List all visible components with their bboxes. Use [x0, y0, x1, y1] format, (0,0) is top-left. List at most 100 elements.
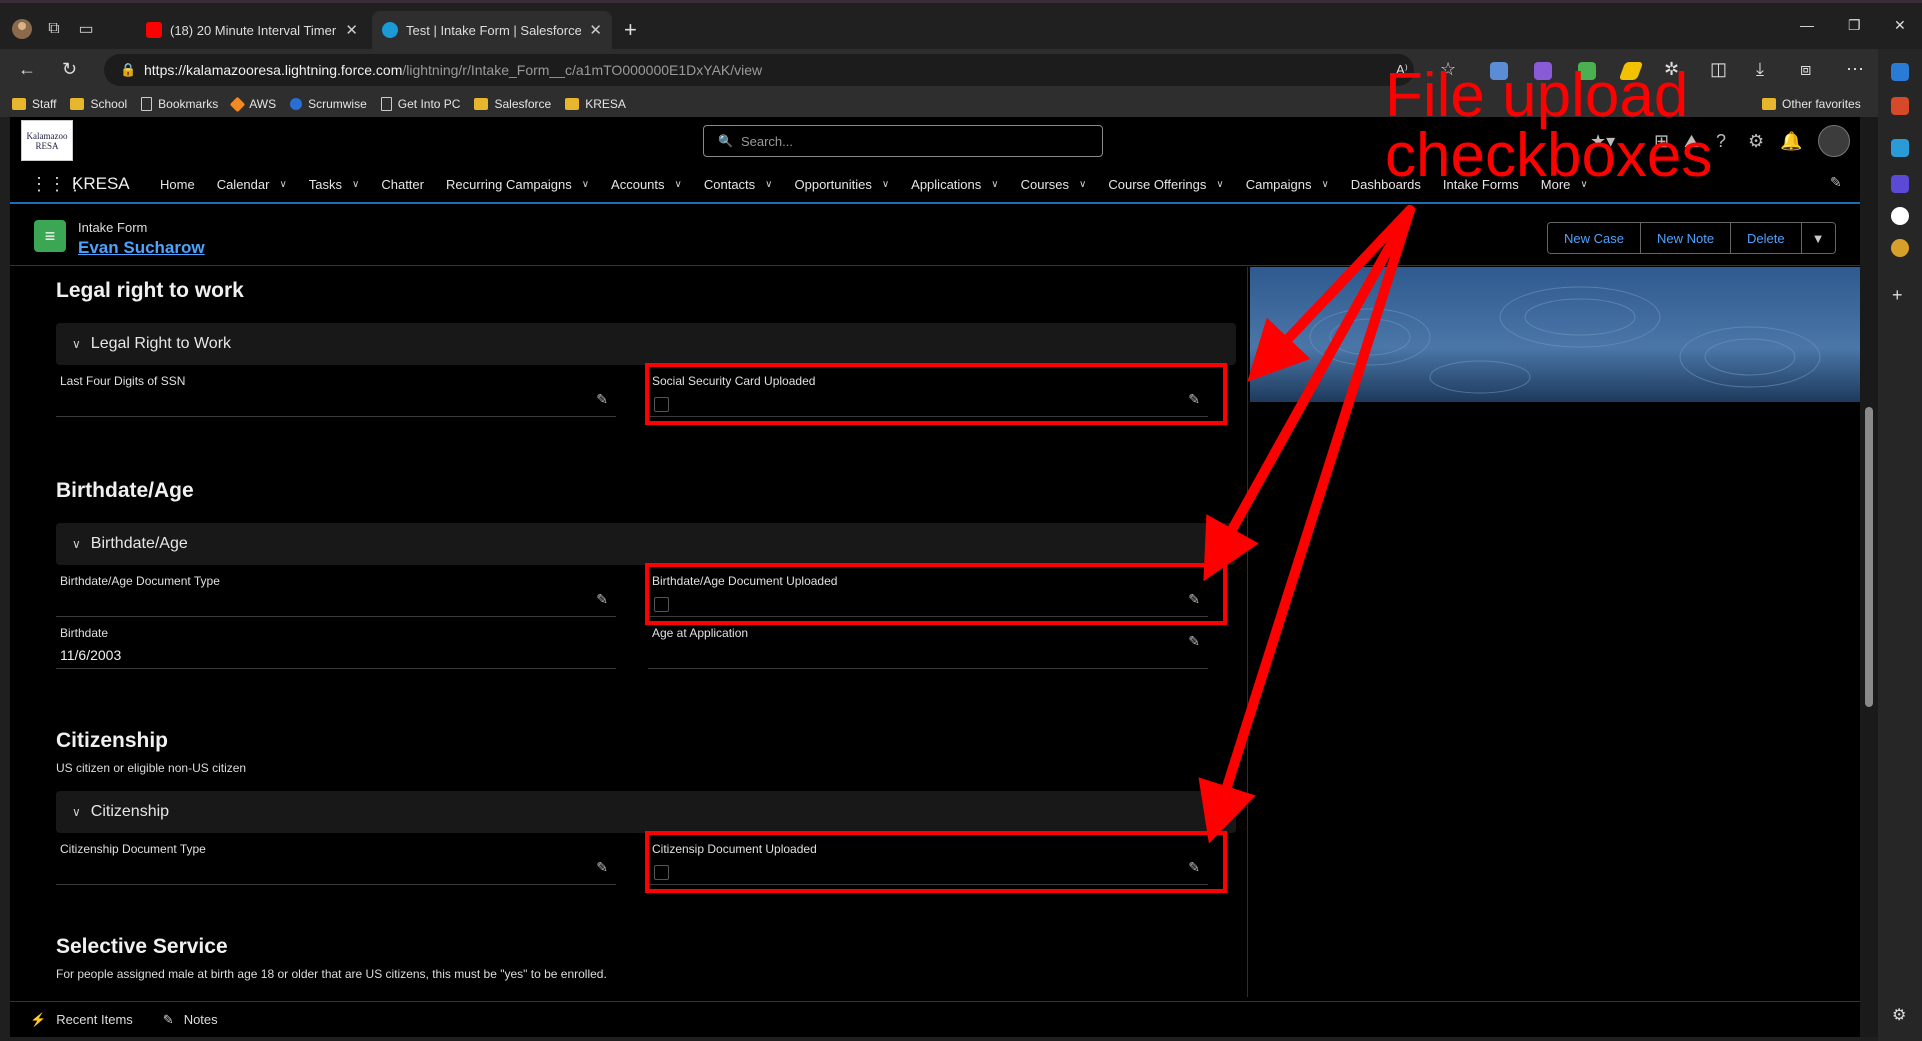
edit-nav-pencil-icon[interactable]: ✎	[1830, 174, 1842, 191]
record-name-link[interactable]: Evan Sucharow	[78, 238, 205, 258]
sidebar-settings-gear-icon[interactable]: ⚙	[1892, 1005, 1906, 1025]
chevron-down-icon[interactable]: ∨	[882, 179, 889, 190]
nav-item-tasks[interactable]: Tasks ∨	[309, 177, 360, 192]
nav-item-campaigns[interactable]: Campaigns ∨	[1246, 177, 1329, 192]
global-search-input[interactable]: 🔍 Search...	[703, 125, 1103, 157]
new-note-button[interactable]: New Note	[1640, 223, 1732, 253]
minimize-icon[interactable]: —	[1800, 17, 1814, 33]
chevron-down-icon[interactable]: ∨	[582, 179, 589, 190]
chevron-down-icon[interactable]: ∨	[1079, 179, 1086, 190]
nav-item-recurring-campaigns[interactable]: Recurring Campaigns ∨	[446, 177, 589, 192]
url-field[interactable]: 🔒 https://kalamazooresa.lightning.force.…	[104, 54, 1414, 86]
section-title-legal: Legal right to work	[56, 279, 244, 302]
notifications-bell-icon[interactable]: 🔔	[1780, 131, 1802, 152]
collections-icon[interactable]: ⧈	[1800, 59, 1811, 80]
bookmark-school[interactable]: School	[70, 97, 127, 111]
close-tab-icon[interactable]: ✕	[345, 21, 358, 39]
recent-items-button[interactable]: ⚡ Recent Items	[30, 1012, 133, 1028]
menu-dots-icon[interactable]: ⋯	[1846, 59, 1864, 80]
chevron-down-icon[interactable]: ∨	[279, 179, 286, 190]
nav-item-applications[interactable]: Applications ∨	[911, 177, 998, 192]
teams-icon[interactable]	[1891, 175, 1909, 193]
bookmark-staff[interactable]: Staff	[12, 97, 56, 111]
bookmark-kresa[interactable]: KRESA	[565, 97, 626, 111]
chevron-down-icon[interactable]: ∨	[1321, 179, 1328, 190]
org-logo[interactable]: Kalamazoo RESA	[21, 120, 73, 161]
edit-pencil-icon[interactable]: ✎	[1188, 633, 1200, 650]
close-tab-icon[interactable]: ✕	[589, 21, 602, 39]
bookmark-scrumwise[interactable]: Scrumwise	[290, 97, 367, 111]
help-icon[interactable]: ?	[1716, 131, 1726, 152]
nav-item-contacts[interactable]: Contacts ∨	[704, 177, 773, 192]
highlight-box	[645, 363, 1227, 425]
folder-icon	[70, 98, 85, 110]
field-birthdate-doc-type: Birthdate/Age Document Type ✎	[56, 567, 616, 617]
page-icon	[380, 97, 392, 111]
back-icon[interactable]: ←	[18, 59, 36, 80]
nav-item-calendar[interactable]: Calendar ∨	[217, 177, 287, 192]
url-host: https://kalamazooresa.lightning.force.co…	[144, 62, 403, 78]
add-sidebar-app-icon[interactable]: +	[1892, 285, 1903, 306]
chevron-down-icon[interactable]: ∨	[765, 179, 772, 190]
profile-avatar-icon[interactable]	[8, 15, 36, 43]
workspaces-icon[interactable]: ⧉	[40, 15, 68, 43]
close-window-icon[interactable]: ✕	[1894, 17, 1906, 34]
app-name: KRESA	[72, 174, 130, 193]
intake-form-object-icon: ≡	[34, 220, 66, 252]
edit-pencil-icon[interactable]: ✎	[596, 859, 608, 876]
edit-pencil-icon[interactable]: ✎	[596, 391, 608, 408]
lightning-bolt-icon: ⚡	[30, 1011, 47, 1027]
chevron-down-icon[interactable]: ∨	[352, 179, 359, 190]
salesforce-page: Kalamazoo RESA 🔍 Search... ★▾ ⊞ ⛰ ? ⚙ 🔔 …	[10, 117, 1860, 1037]
chevron-down-icon[interactable]: ∨	[991, 179, 998, 190]
bookmark-other-favorites[interactable]: Other favorites	[1762, 97, 1861, 111]
screenshot-root: ⧉ ▭ (18) 20 Minute Interval Timer - Yo ✕…	[0, 0, 1922, 1041]
field-last-four-ssn: Last Four Digits of SSN ✎	[56, 367, 616, 417]
copilot-icon[interactable]	[1891, 63, 1909, 81]
scrollbar-thumb[interactable]	[1865, 407, 1873, 707]
setup-gear-icon[interactable]: ⚙	[1748, 131, 1764, 152]
bookmark-aws[interactable]: AWS	[229, 96, 276, 112]
telegram-icon[interactable]	[1891, 139, 1909, 157]
shopping-icon[interactable]	[1891, 97, 1909, 115]
topographic-pattern	[1309, 286, 1821, 394]
accordion-legal-right-to-work[interactable]: ∨ Legal Right to Work	[56, 323, 1236, 365]
nav-item-course-offerings[interactable]: Course Offerings ∨	[1108, 177, 1223, 192]
user-avatar[interactable]	[1818, 125, 1850, 157]
nav-item-chatter[interactable]: Chatter	[381, 177, 424, 192]
vertical-tabs-icon[interactable]: ▭	[72, 15, 100, 43]
chevron-down-icon[interactable]: ∨	[675, 179, 682, 190]
chevron-down-icon[interactable]: ∨	[1216, 179, 1223, 190]
restore-icon[interactable]: ❐	[1848, 17, 1861, 34]
new-tab-button[interactable]: +	[624, 17, 637, 43]
tab-title: Test | Intake Form | Salesforce	[406, 22, 582, 38]
record-body: Legal right to work ∨ Legal Right to Wor…	[10, 267, 1860, 997]
section-subtitle-citizenship: US citizen or eligible non-US citizen	[56, 761, 247, 775]
bookmark-get-into-pc[interactable]: Get Into PC	[380, 97, 460, 111]
nav-item-home[interactable]: Home	[160, 177, 195, 192]
nav-item-courses[interactable]: Courses ∨	[1021, 177, 1087, 192]
downloads-icon[interactable]: ⤓	[1756, 59, 1764, 80]
edit-pencil-icon[interactable]: ✎	[596, 591, 608, 608]
nav-item-opportunities[interactable]: Opportunities ∨	[795, 177, 890, 192]
extension-icon[interactable]	[1891, 239, 1909, 257]
notes-button[interactable]: ✎ Notes	[163, 1012, 218, 1028]
url-path: /lightning/r/Intake_Form__c/a1mTO000000E…	[402, 62, 763, 78]
google-icon[interactable]	[1891, 207, 1909, 225]
page-icon	[141, 97, 153, 111]
bookmark-salesforce[interactable]: Salesforce	[474, 97, 551, 111]
tab-youtube[interactable]: (18) 20 Minute Interval Timer - Yo ✕	[136, 11, 368, 49]
split-screen-icon[interactable]: ◫	[1710, 59, 1727, 80]
refresh-icon[interactable]: ↻	[62, 59, 77, 80]
app-launcher-icon[interactable]: ⋮⋮⋮	[30, 174, 84, 196]
bookmark-bookmarks[interactable]: Bookmarks	[141, 97, 218, 111]
accordion-citizenship[interactable]: ∨ Citizenship	[56, 791, 1236, 833]
new-case-button[interactable]: New Case	[1548, 223, 1641, 253]
delete-button[interactable]: Delete	[1731, 223, 1802, 253]
tab-salesforce[interactable]: Test | Intake Form | Salesforce ✕	[372, 11, 612, 49]
utility-bar: ⚡ Recent Items ✎ Notes	[10, 1001, 1860, 1037]
page-scrollbar[interactable]	[1860, 117, 1878, 1037]
nav-item-accounts[interactable]: Accounts ∨	[611, 177, 682, 192]
accordion-birthdate-age[interactable]: ∨ Birthdate/Age	[56, 523, 1236, 565]
more-actions-chevron-down-icon[interactable]: ▼	[1801, 223, 1835, 253]
